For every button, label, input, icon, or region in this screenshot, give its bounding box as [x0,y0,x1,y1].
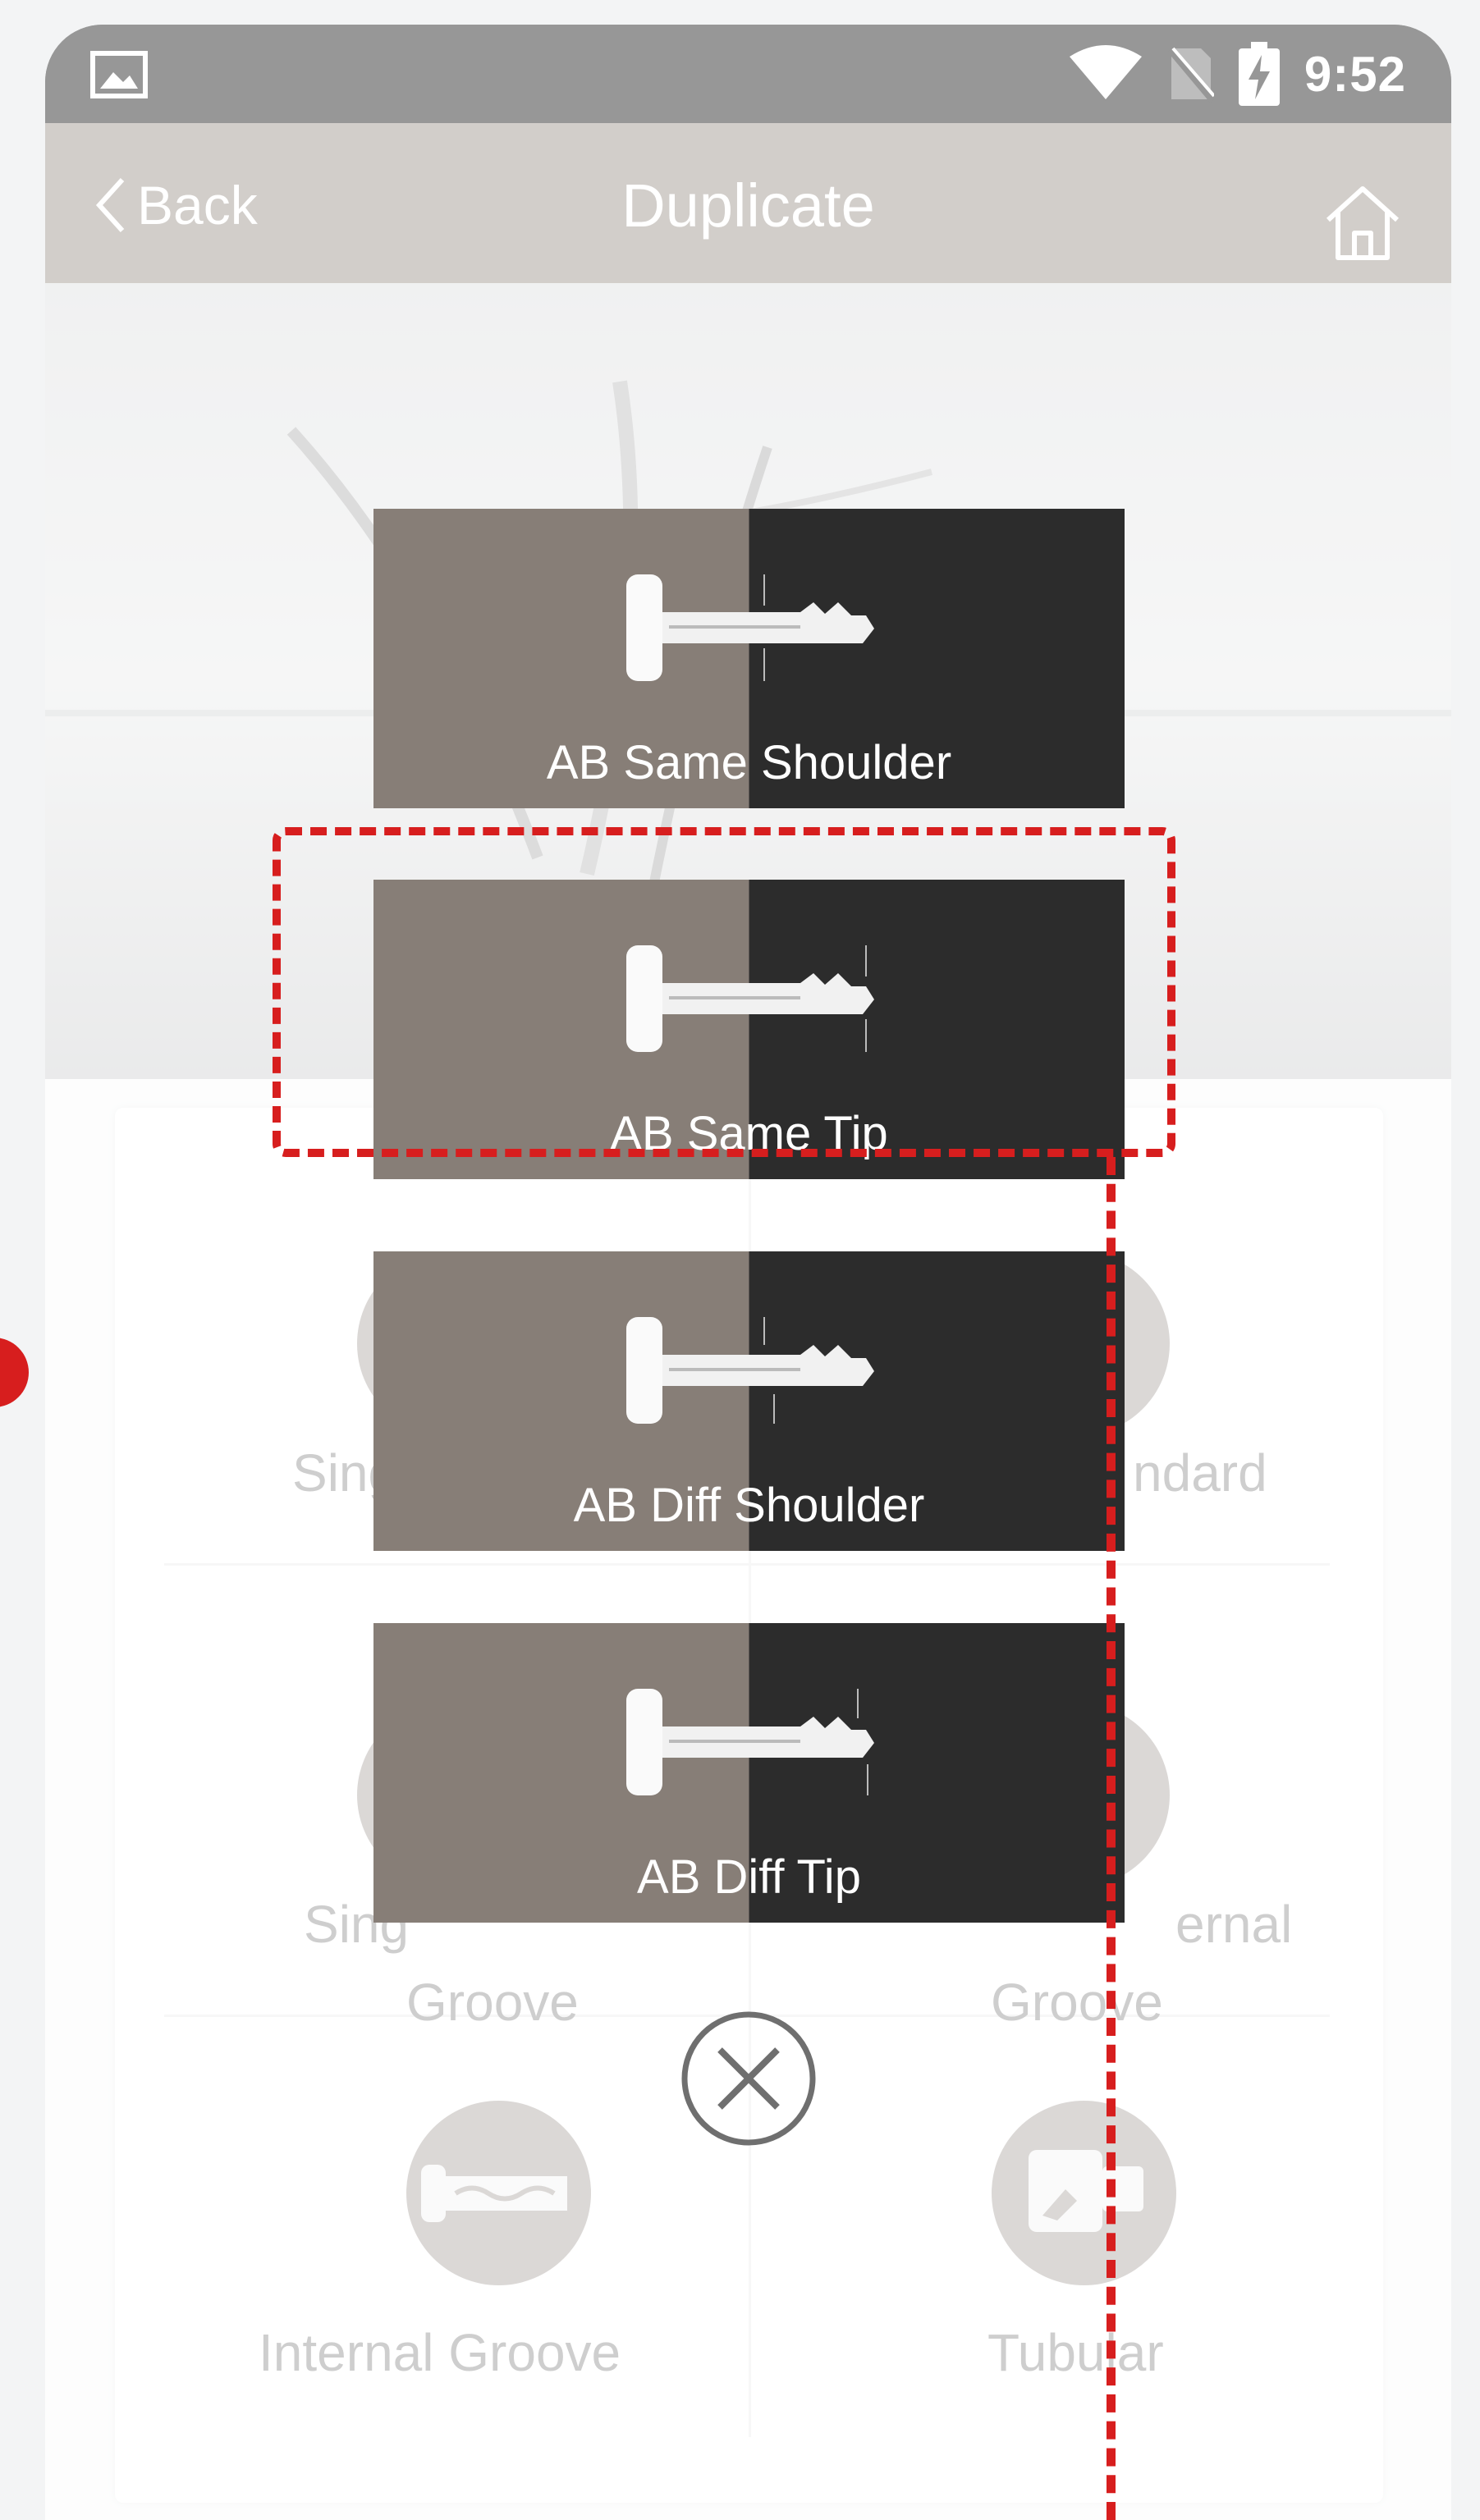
key-icon [626,574,874,681]
option-ab-diff-tip[interactable]: AB Diff Tip [373,1623,1125,1923]
annotation-highlight [273,827,1175,1157]
close-icon[interactable] [679,2009,818,2148]
option-ab-diff-shoulder[interactable]: AB Diff Shoulder [373,1251,1125,1551]
option-label: AB Diff Shoulder [573,1479,925,1532]
annotation-callout-line [1107,1157,1116,2520]
option-label: AB Diff Tip [637,1850,861,1904]
key-icon [626,1689,874,1795]
annotation-marker [0,1338,29,1407]
key-icon [626,1317,874,1424]
phone-screen: 9:52 Back Duplicate [45,25,1451,2520]
option-label: AB Same Shoulder [546,736,952,789]
option-ab-same-shoulder[interactable]: AB Same Shoulder [373,509,1125,808]
